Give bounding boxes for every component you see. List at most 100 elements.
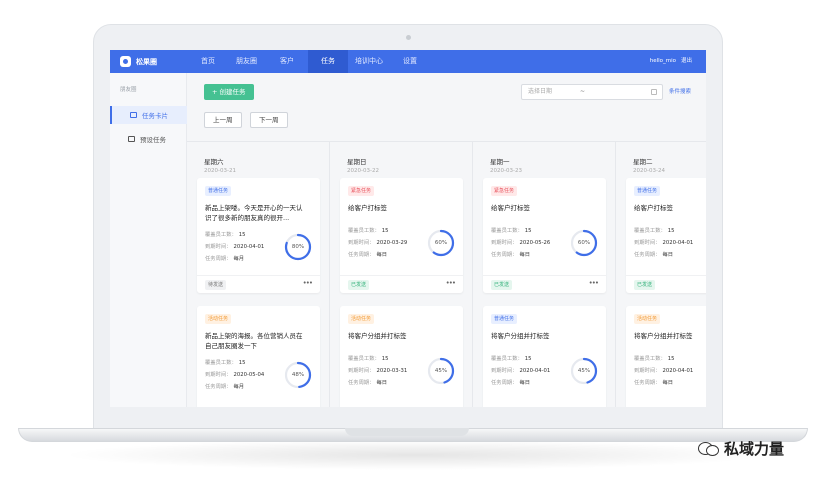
cycle-label: 任务周期： <box>491 380 518 386</box>
date-separator: ~ <box>580 88 586 95</box>
cycle-row: 任务周期： 每日 <box>634 250 673 258</box>
sidebar-item-label: 任务卡片 <box>142 112 168 120</box>
more-icon[interactable]: ••• <box>446 279 456 287</box>
progress-ring: 45% <box>426 356 456 386</box>
checklist-icon <box>128 136 135 142</box>
coverage-value: 15 <box>238 232 246 238</box>
sidebar-item-preset-tasks[interactable]: 预设任务 <box>110 130 187 148</box>
nav-item-tasks[interactable]: 任务 <box>308 50 348 73</box>
sidebar-item-task-cards[interactable]: 任务卡片 <box>110 106 187 124</box>
progress-ring: 80% <box>283 232 313 262</box>
status-badge: 待发送 <box>205 280 227 290</box>
cycle-row: 任务周期： 每日 <box>634 378 673 386</box>
task-card[interactable]: 普通任务 给客户打标签 覆盖员工数： 15 到期时间： 2020-04-01 任务周期： 每日… <box>626 178 706 293</box>
task-type-tag: 紧急任务 <box>491 186 518 196</box>
coverage-row: 覆盖员工数： 15 <box>634 354 675 362</box>
column-day: 星期日 <box>347 158 367 166</box>
cycle-label: 任务周期： <box>205 384 232 390</box>
more-icon[interactable]: ••• <box>589 279 599 287</box>
user-name[interactable]: hello_mio <box>650 50 676 73</box>
nav-item-home[interactable]: 首页 <box>192 50 224 73</box>
task-type-tag: 活动任务 <box>634 314 661 324</box>
nav-item-moments[interactable]: 朋友圈 <box>227 50 266 73</box>
progress-label: 45% <box>577 368 591 374</box>
sidebar-group-label: 朋友圈 <box>120 87 137 93</box>
task-title: 给客户打标签 <box>348 204 387 212</box>
prev-week-button[interactable]: 上一周 <box>204 112 242 128</box>
coverage-value: 15 <box>667 356 675 362</box>
due-row: 到期时间： 2020-04-01 <box>634 238 693 246</box>
column-day: 星期六 <box>204 158 224 166</box>
coverage-label: 覆盖员工数： <box>491 356 523 362</box>
due-value: 2020-05-04 <box>233 372 265 378</box>
card-footer: 已发送••• <box>626 275 706 293</box>
cycle-value: 每日 <box>519 380 531 386</box>
column-date: 2020-03-22 <box>347 168 379 174</box>
cycle-row: 任务周期： 每日 <box>491 378 530 386</box>
nav-item-settings[interactable]: 设置 <box>394 50 426 73</box>
task-card[interactable]: 活动任务 将客户分组并打标签 覆盖员工数： 15 到期时间： 2020-03-31 任务周期… <box>340 306 463 407</box>
date-range-picker[interactable]: 选择日期 ~ <box>521 84 663 100</box>
task-card[interactable]: 活动任务 新品上架的海报。各位营销人员在自己朋友圈发一下 覆盖员工数： 15 到期时间：… <box>197 306 320 407</box>
card-footer: 已发送 ••• <box>483 275 606 293</box>
column-date: 2020-03-24 <box>633 168 665 174</box>
due-label: 到期时间： <box>491 240 518 246</box>
more-icon[interactable]: ••• <box>303 279 313 287</box>
due-value: 2020-04-01 <box>233 244 265 250</box>
progress-label: 80% <box>291 244 305 250</box>
laptop-notch <box>345 428 469 436</box>
next-week-button[interactable]: 下一周 <box>250 112 288 128</box>
coverage-row: 覆盖员工数： 15 <box>205 230 246 238</box>
nav-item-training[interactable]: 培训中心 <box>346 50 392 73</box>
task-title: 将客户分组并打标签 <box>348 332 407 340</box>
cycle-row: 任务周期： 每日 <box>491 250 530 258</box>
task-type-tag: 紧急任务 <box>348 186 375 196</box>
task-card[interactable]: 普通任务 新品上架喽。今天是开心的一天认识了很多新的朋友真的很开... 覆盖员工数：… <box>197 178 320 293</box>
due-row: 到期时间： 2020-03-29 <box>348 238 407 246</box>
logout-link[interactable]: 退出 <box>681 50 692 73</box>
cycle-label: 任务周期： <box>348 252 375 258</box>
condition-search-link[interactable]: 条件搜索 <box>669 84 691 100</box>
progress-ring: 48% <box>283 360 313 390</box>
create-task-button[interactable]: + 创建任务 <box>204 84 254 100</box>
due-row: 到期时间： 2020-05-26 <box>491 238 550 246</box>
coverage-label: 覆盖员工数： <box>491 228 523 234</box>
cycle-row: 任务周期： 每月 <box>205 382 244 390</box>
logo[interactable]: 松果圈 <box>120 54 157 69</box>
status-badge: 已发送 <box>348 280 370 290</box>
coverage-value: 15 <box>381 228 389 234</box>
nav-item-customers[interactable]: 客户 <box>271 50 303 73</box>
due-label: 到期时间： <box>348 240 375 246</box>
cycle-label: 任务周期： <box>348 380 375 386</box>
due-value: 2020-03-31 <box>376 368 408 374</box>
coverage-row: 覆盖员工数： 15 <box>491 226 532 234</box>
task-title: 将客户分组并打标签 <box>634 332 693 340</box>
logo-text: 松果圈 <box>136 57 157 66</box>
coverage-label: 覆盖员工数： <box>634 228 666 234</box>
day-column: 星期日 2020-03-22 紧急任务 给客户打标签 覆盖员工数： 15 到期时间： 2020… <box>330 142 473 407</box>
task-card[interactable]: 活动任务 将客户分组并打标签 覆盖员工数： 15 到期时间： 2020-04-01 任务周期… <box>626 306 706 407</box>
cycle-label: 任务周期： <box>205 256 232 262</box>
task-title: 新品上架的海报。各位营销人员在自己朋友圈发一下 <box>205 332 303 350</box>
top-nav: 松果圈 首页 朋友圈 客户 任务 培训中心 设置 hello_mio 退出 <box>110 50 706 73</box>
due-label: 到期时间： <box>634 240 661 246</box>
task-card[interactable]: 紧急任务 给客户打标签 覆盖员工数： 15 到期时间： 2020-03-29 任务周期： 每日… <box>340 178 463 293</box>
due-value: 2020-03-29 <box>376 240 408 246</box>
cycle-value: 每月 <box>233 384 245 390</box>
task-type-tag: 普通任务 <box>634 186 661 196</box>
due-label: 到期时间： <box>491 368 518 374</box>
task-card[interactable]: 普通任务 将客户分组并打标签 覆盖员工数： 15 到期时间： 2020-04-01 任务周期… <box>483 306 606 407</box>
progress-ring: 45% <box>569 356 599 386</box>
task-card[interactable]: 紧急任务 给客户打标签 覆盖员工数： 15 到期时间： 2020-05-26 任务周期： 每日… <box>483 178 606 293</box>
coverage-value: 15 <box>524 228 532 234</box>
day-column: 星期二 2020-03-24 普通任务 给客户打标签 覆盖员工数： 15 到期时间： 2020… <box>616 142 706 407</box>
status-badge: 已发送 <box>491 280 513 290</box>
cycle-value: 每日 <box>662 252 674 258</box>
coverage-row: 覆盖员工数： 15 <box>205 358 246 366</box>
coverage-label: 覆盖员工数： <box>634 356 666 362</box>
due-row: 到期时间： 2020-03-31 <box>348 366 407 374</box>
task-board: 星期六 2020-03-21 普通任务 新品上架喽。今天是开心的一天认识了很多新的朋友… <box>187 141 706 407</box>
cycle-row: 任务周期： 每日 <box>348 378 387 386</box>
coverage-value: 15 <box>238 360 246 366</box>
status-badge: 已发送 <box>634 280 656 290</box>
